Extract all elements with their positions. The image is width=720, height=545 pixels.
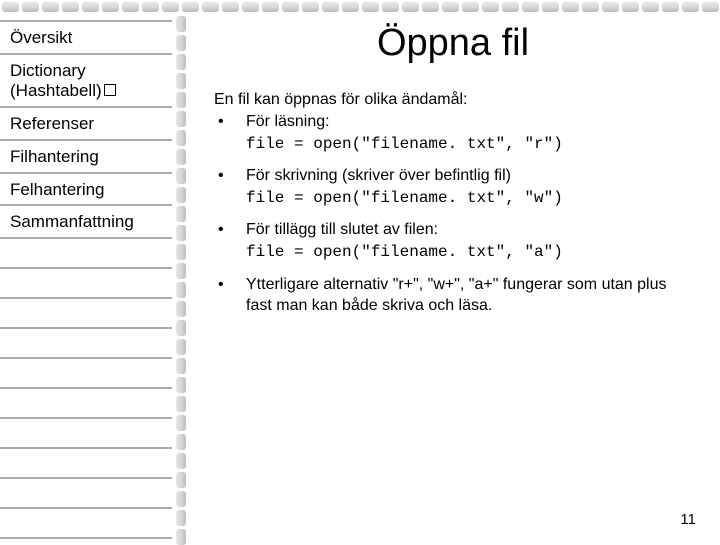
sidebar-empty-row [0,239,172,269]
bullet-dot: • [214,219,246,263]
list-item: • För tillägg till slutet av filen: file… [214,219,692,263]
sidebar-item-label: Sammanfattning [10,212,134,231]
sidebar-empty-row [0,509,172,539]
sidebar-empty-row [0,299,172,329]
sidebar: Översikt Dictionary (Hashtabell) Referen… [0,14,186,540]
list-item: • Ytterligare alternativ "r+", "w+", "a+… [214,274,692,317]
bullet-dot: • [214,165,246,209]
list-item: • För läsning: file = open("filename. tx… [214,111,692,155]
sidebar-item-filhantering[interactable]: Filhantering [0,141,172,174]
sidebar-item-sammanfattning[interactable]: Sammanfattning [0,206,172,239]
content-area: Öppna fil En fil kan öppnas för olika än… [186,14,720,540]
sidebar-empty-row [0,479,172,509]
sidebar-empty-row [0,449,172,479]
sidebar-empty-row [0,359,172,389]
sidebar-item-label: Översikt [10,28,72,47]
sidebar-item-dictionary[interactable]: Dictionary (Hashtabell) [0,55,172,108]
list-item: • För skrivning (skriver över befintlig … [214,165,692,209]
bullet-text: För skrivning (skriver över befintlig fi… [246,165,692,209]
checkbox-icon [104,84,116,96]
page-number: 11 [680,511,696,528]
intro-text: En fil kan öppnas för olika ändamål: [214,91,692,109]
sidebar-item-label: Dictionary (Hashtabell) [10,61,102,101]
bullet-dot: • [214,274,246,317]
sidebar-empty-row [0,389,172,419]
sidebar-item-label: Filhantering [10,147,99,166]
top-decoration [0,0,720,14]
bullet-list: • För läsning: file = open("filename. tx… [214,111,692,317]
bullet-text: För läsning: file = open("filename. txt"… [246,111,692,155]
sidebar-item-label: Felhantering [10,180,105,199]
sidebar-item-felhantering[interactable]: Felhantering [0,174,172,207]
bullet-text: För tillägg till slutet av filen: file =… [246,219,692,263]
sidebar-empty-row [0,329,172,359]
main-layout: Översikt Dictionary (Hashtabell) Referen… [0,14,720,540]
sidebar-empty-row [0,269,172,299]
bullet-dot: • [214,111,246,155]
page-title: Öppna fil [214,22,692,65]
bullet-text: Ytterligare alternativ "r+", "w+", "a+" … [246,274,692,317]
sidebar-item-oversikt[interactable]: Översikt [0,20,172,55]
vertical-divider [176,14,186,540]
sidebar-empty-row [0,419,172,449]
sidebar-item-referenser[interactable]: Referenser [0,108,172,141]
sidebar-item-label: Referenser [10,114,94,133]
